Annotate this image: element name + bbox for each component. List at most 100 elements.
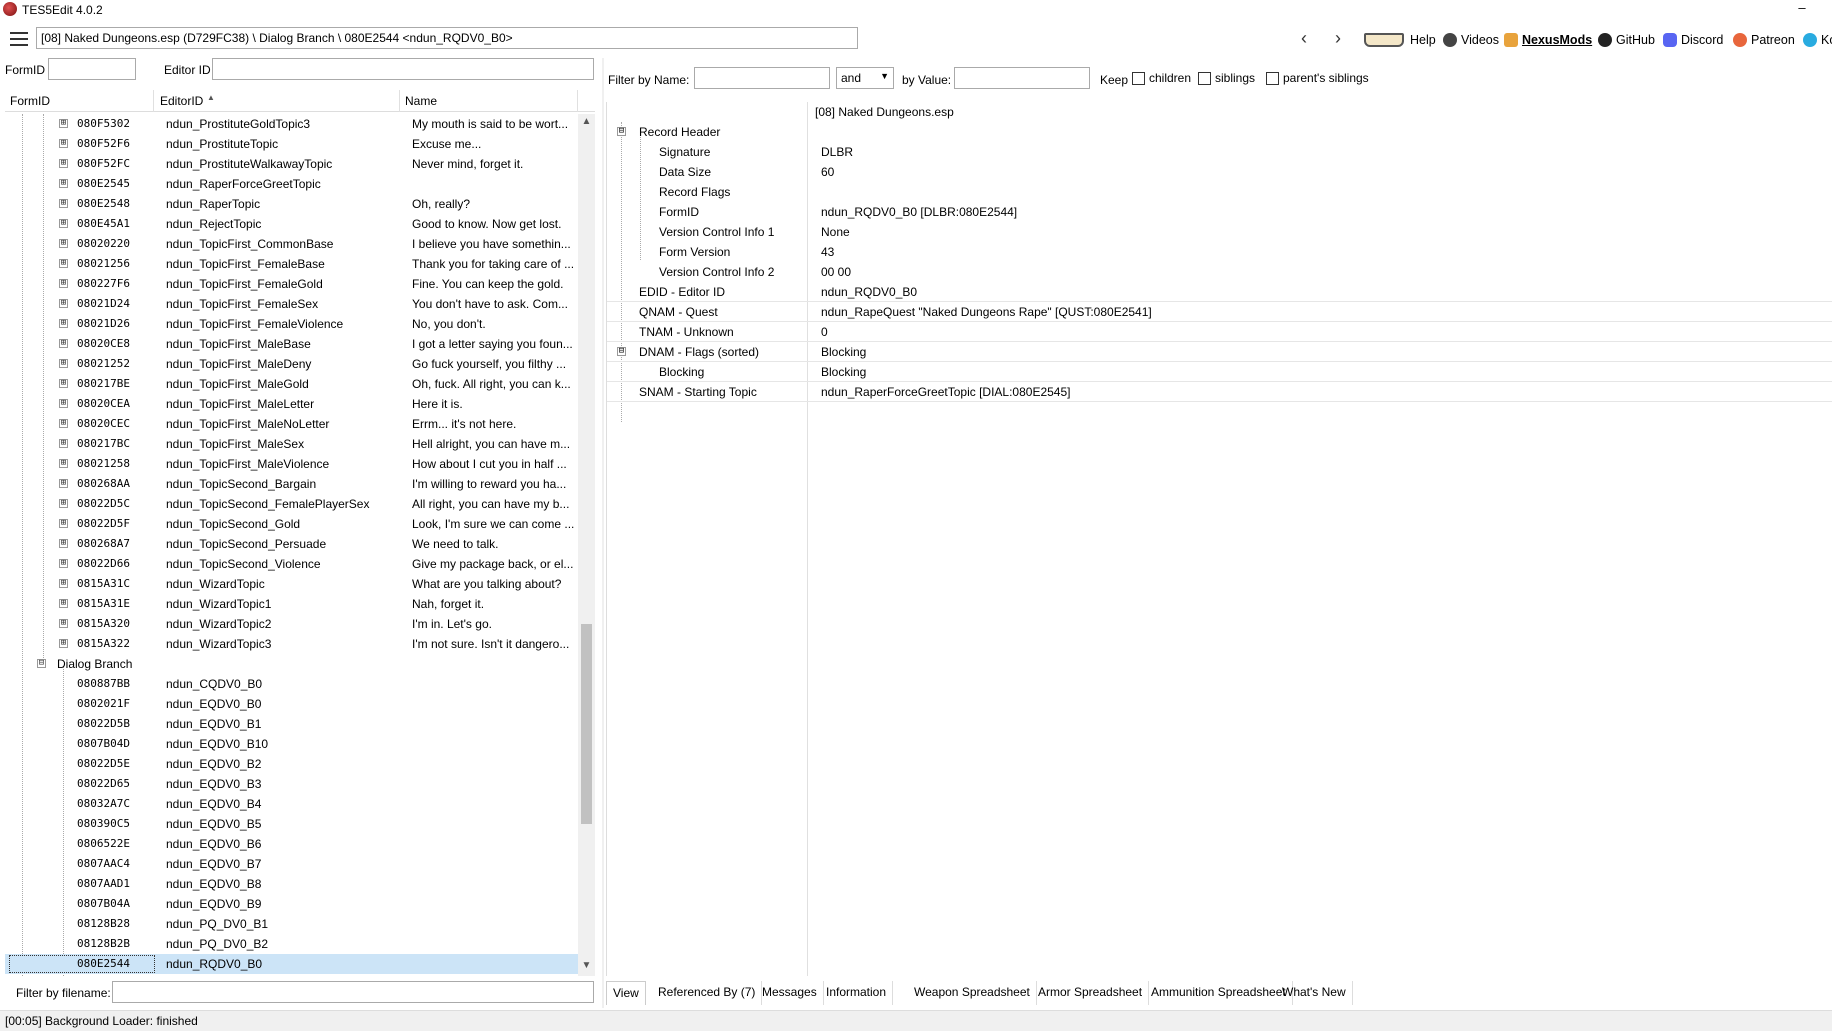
topic-row[interactable]: ⊞ 080F5302 ndun_ProstituteGoldTopic3 My mou…: [5, 114, 578, 134]
expand-icon[interactable]: ⊞: [59, 599, 68, 608]
topic-row[interactable]: ⊞ 08020CE8 ndun_TopicFirst_MaleBase I got a…: [5, 334, 578, 354]
scroll-down-icon[interactable]: ▼: [578, 960, 595, 974]
branch-row[interactable]: 080390C5 ndun_EQDV0_B5: [5, 814, 578, 834]
topic-row[interactable]: ⊞ 080227F6 ndun_TopicFirst_FemaleGold Fine.…: [5, 274, 578, 294]
editorid-column-header[interactable]: EditorID: [160, 94, 203, 108]
dialog-branch-group[interactable]: ⊟ Dialog Branch: [5, 654, 578, 674]
branch-row[interactable]: 08022D5B ndun_EQDV0_B1: [5, 714, 578, 734]
expand-icon[interactable]: ⊞: [59, 199, 68, 208]
expand-icon[interactable]: ⊞: [59, 319, 68, 328]
topic-row[interactable]: ⊞ 08020220 ndun_TopicFirst_CommonBase I bel…: [5, 234, 578, 254]
tab-ammunition-spreadsheet[interactable]: Ammunition Spreadsheet: [1145, 981, 1293, 1005]
filter-filename-input[interactable]: [112, 981, 594, 1003]
branch-row[interactable]: 080887BB ndun_CQDV0_B0: [5, 674, 578, 694]
topic-row[interactable]: ⊞ 080217BE ndun_TopicFirst_MaleGold Oh, fuc…: [5, 374, 578, 394]
topic-row[interactable]: ⊞ 080F52FC ndun_ProstituteWalkawayTopic Nev…: [5, 154, 578, 174]
record-field-row[interactable]: Blocking Blocking: [607, 362, 1832, 382]
branch-row[interactable]: 0807B04D ndun_EQDV0_B10: [5, 734, 578, 754]
branch-row[interactable]: 08022D65 ndun_EQDV0_B3: [5, 774, 578, 794]
nexusmods-button[interactable]: NexusMods: [1504, 31, 1592, 49]
expand-icon[interactable]: ⊞: [59, 259, 68, 268]
branch-row[interactable]: 0807B04A ndun_EQDV0_B9: [5, 894, 578, 914]
header-field-row[interactable]: Data Size 60: [607, 162, 1832, 182]
keep-children-checkbox[interactable]: children: [1132, 71, 1191, 86]
tab-referenced-by-7[interactable]: Referenced By (7): [652, 981, 763, 1005]
tab-armor-spreadsheet[interactable]: Armor Spreadsheet: [1032, 981, 1150, 1005]
keep-siblings-checkbox[interactable]: siblings: [1198, 71, 1255, 86]
expand-icon[interactable]: ⊞: [59, 459, 68, 468]
minimize-button[interactable]: –: [1794, 1, 1810, 17]
formid-column-header[interactable]: FormID: [10, 94, 50, 108]
collapse-icon[interactable]: ⊟: [617, 127, 626, 136]
collapse-icon[interactable]: ⊟: [37, 659, 46, 668]
column-divider[interactable]: [399, 90, 400, 112]
column-divider[interactable]: [153, 90, 154, 112]
topic-row[interactable]: ⊞ 08022D5F ndun_TopicSecond_Gold Look, I'm …: [5, 514, 578, 534]
topic-row[interactable]: ⊞ 08021256 ndun_TopicFirst_FemaleBase Thank…: [5, 254, 578, 274]
topic-row[interactable]: ⊞ 080E45A1 ndun_RejectTopic Good to know. N…: [5, 214, 578, 234]
branch-row[interactable]: 0807AAD1 ndun_EQDV0_B8: [5, 874, 578, 894]
expand-icon[interactable]: ⊞: [59, 339, 68, 348]
topic-row[interactable]: ⊞ 080F52F6 ndun_ProstituteTopic Excuse me..…: [5, 134, 578, 154]
patreon-button[interactable]: Patreon: [1733, 31, 1795, 49]
back-arrow-icon[interactable]: ‹: [1296, 29, 1312, 48]
branch-row[interactable]: 0807AAC4 ndun_EQDV0_B7: [5, 854, 578, 874]
expand-icon[interactable]: ⊞: [59, 159, 68, 168]
scroll-up-icon[interactable]: ▲: [578, 116, 595, 130]
topic-row[interactable]: ⊞ 08021D24 ndun_TopicFirst_FemaleSex You do…: [5, 294, 578, 314]
discord-button[interactable]: Discord: [1663, 31, 1723, 49]
topic-row[interactable]: ⊞ 0815A320 ndun_WizardTopic2 I'm in. Let's …: [5, 614, 578, 634]
topic-row[interactable]: ⊞ 080217BC ndun_TopicFirst_MaleSex Hell alr…: [5, 434, 578, 454]
keep-parents-siblings-checkbox[interactable]: parent's siblings: [1266, 71, 1369, 86]
tab-weapon-spreadsheet[interactable]: Weapon Spreadsheet: [908, 981, 1037, 1005]
expand-icon[interactable]: ⊞: [59, 639, 68, 648]
expand-icon[interactable]: ⊞: [59, 519, 68, 528]
menu-icon[interactable]: [10, 32, 28, 46]
expand-icon[interactable]: ⊞: [59, 579, 68, 588]
expand-icon[interactable]: ⊞: [59, 559, 68, 568]
github-button[interactable]: GitHub: [1598, 31, 1655, 49]
topic-row[interactable]: ⊞ 080E2548 ndun_RaperTopic Oh, really?: [5, 194, 578, 214]
selected-branch-row[interactable]: 080E2544 ndun_RQDV0_B0: [5, 954, 578, 974]
record-field-row[interactable]: TNAM - Unknown 0: [607, 322, 1832, 342]
filter-name-input[interactable]: [694, 67, 830, 89]
header-field-row[interactable]: Record Flags: [607, 182, 1832, 202]
topic-row[interactable]: ⊞ 080E2545 ndun_RaperForceGreetTopic: [5, 174, 578, 194]
record-field-row[interactable]: EDID - Editor ID ndun_RQDV0_B0: [607, 282, 1832, 302]
branch-row[interactable]: 0806522E ndun_EQDV0_B6: [5, 834, 578, 854]
topic-row[interactable]: ⊞ 08021252 ndun_TopicFirst_MaleDeny Go fuck…: [5, 354, 578, 374]
filter-operator-select[interactable]: and ▼: [836, 67, 894, 89]
expand-icon[interactable]: ⊞: [59, 299, 68, 308]
expand-icon[interactable]: ⊞: [59, 619, 68, 628]
formid-filter-input[interactable]: [48, 58, 136, 80]
forward-arrow-icon[interactable]: ›: [1330, 29, 1346, 48]
kofi-button[interactable]: Ko: [1803, 31, 1832, 49]
topic-row[interactable]: ⊞ 08020CEC ndun_TopicFirst_MaleNoLetter Err…: [5, 414, 578, 434]
branch-row[interactable]: 0802021F ndun_EQDV0_B0: [5, 694, 578, 714]
expand-icon[interactable]: ⊞: [59, 399, 68, 408]
expand-icon[interactable]: ⊞: [59, 139, 68, 148]
expand-icon[interactable]: ⊞: [59, 239, 68, 248]
record-header-row[interactable]: ⊟ Record Header: [607, 122, 1832, 142]
name-column-header[interactable]: Name: [405, 94, 437, 108]
tab-information[interactable]: Information: [820, 981, 894, 1005]
expand-icon[interactable]: ⊞: [59, 439, 68, 448]
header-field-row[interactable]: Form Version 43: [607, 242, 1832, 262]
expand-icon[interactable]: ⊞: [59, 499, 68, 508]
branch-row[interactable]: 08032A7C ndun_EQDV0_B4: [5, 794, 578, 814]
expand-icon[interactable]: ⊞: [59, 379, 68, 388]
record-field-row[interactable]: ⊟ DNAM - Flags (sorted) Blocking: [607, 342, 1832, 362]
expand-icon[interactable]: ⊞: [59, 279, 68, 288]
header-field-row[interactable]: Signature DLBR: [607, 142, 1832, 162]
topic-row[interactable]: ⊞ 0815A322 ndun_WizardTopic3 I'm not sure. …: [5, 634, 578, 654]
topic-row[interactable]: ⊞ 080268AA ndun_TopicSecond_Bargain I'm wil…: [5, 474, 578, 494]
help-button[interactable]: Help: [1364, 31, 1436, 49]
expand-icon[interactable]: ⊞: [59, 179, 68, 188]
scroll-thumb[interactable]: [581, 624, 592, 824]
record-field-row[interactable]: SNAM - Starting Topic ndun_RaperForceGree…: [607, 382, 1832, 402]
editorid-filter-input[interactable]: [212, 58, 594, 80]
topic-row[interactable]: ⊞ 08021D26 ndun_TopicFirst_FemaleViolence N…: [5, 314, 578, 334]
header-field-row[interactable]: Version Control Info 1 None: [607, 222, 1832, 242]
topic-row[interactable]: ⊞ 08022D66 ndun_TopicSecond_Violence Give m…: [5, 554, 578, 574]
expand-icon[interactable]: ⊞: [59, 539, 68, 548]
